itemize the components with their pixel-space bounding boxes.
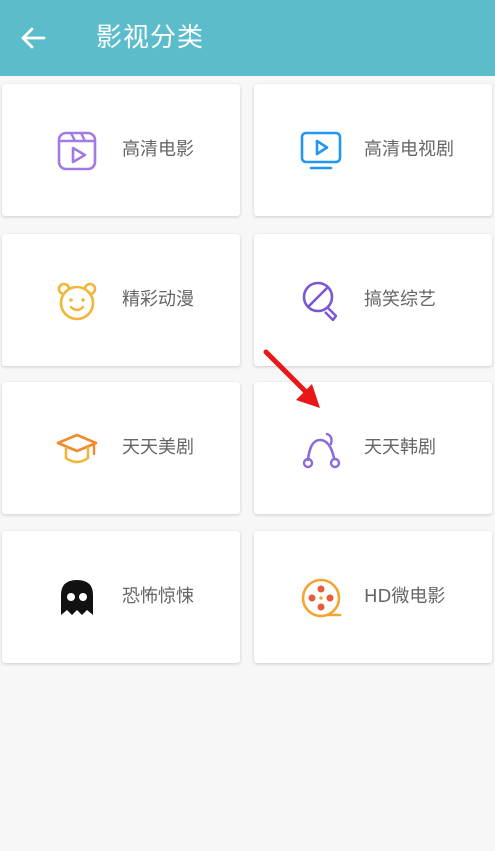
film-play-icon <box>56 130 98 172</box>
category-label: 高清电视剧 <box>364 139 454 160</box>
page-title: 影视分类 <box>96 23 205 53</box>
film-reel-icon <box>300 577 342 619</box>
category-card-hd-movies[interactable]: 高清电影 <box>2 84 240 216</box>
graduation-cap-icon <box>56 428 98 470</box>
category-card-horror[interactable]: 恐怖惊悚 <box>2 531 240 663</box>
microphone-icon <box>300 280 342 322</box>
category-card-hd-tv[interactable]: 高清电视剧 <box>254 84 492 216</box>
category-label: 精彩动漫 <box>122 289 194 310</box>
music-node-icon <box>300 428 342 470</box>
category-label: HD微电影 <box>364 586 446 607</box>
category-card-hd-micro-film[interactable]: HD微电影 <box>254 531 492 663</box>
arrow-left-icon <box>21 27 46 49</box>
category-label: 恐怖惊悚 <box>122 586 194 607</box>
tv-play-icon <box>300 130 342 172</box>
category-label: 天天美剧 <box>122 437 194 458</box>
bear-face-icon <box>56 280 98 322</box>
category-card-us-series[interactable]: 天天美剧 <box>2 382 240 514</box>
app-bar: 影视分类 <box>0 0 495 76</box>
category-label: 天天韩剧 <box>364 437 436 458</box>
category-label: 高清电影 <box>122 139 194 160</box>
category-card-variety[interactable]: 搞笑综艺 <box>254 234 492 366</box>
back-button[interactable] <box>18 24 48 52</box>
category-card-anime[interactable]: 精彩动漫 <box>2 234 240 366</box>
ghost-icon <box>56 577 98 619</box>
category-label: 搞笑综艺 <box>364 289 436 310</box>
category-card-korean-series[interactable]: 天天韩剧 <box>254 382 492 514</box>
